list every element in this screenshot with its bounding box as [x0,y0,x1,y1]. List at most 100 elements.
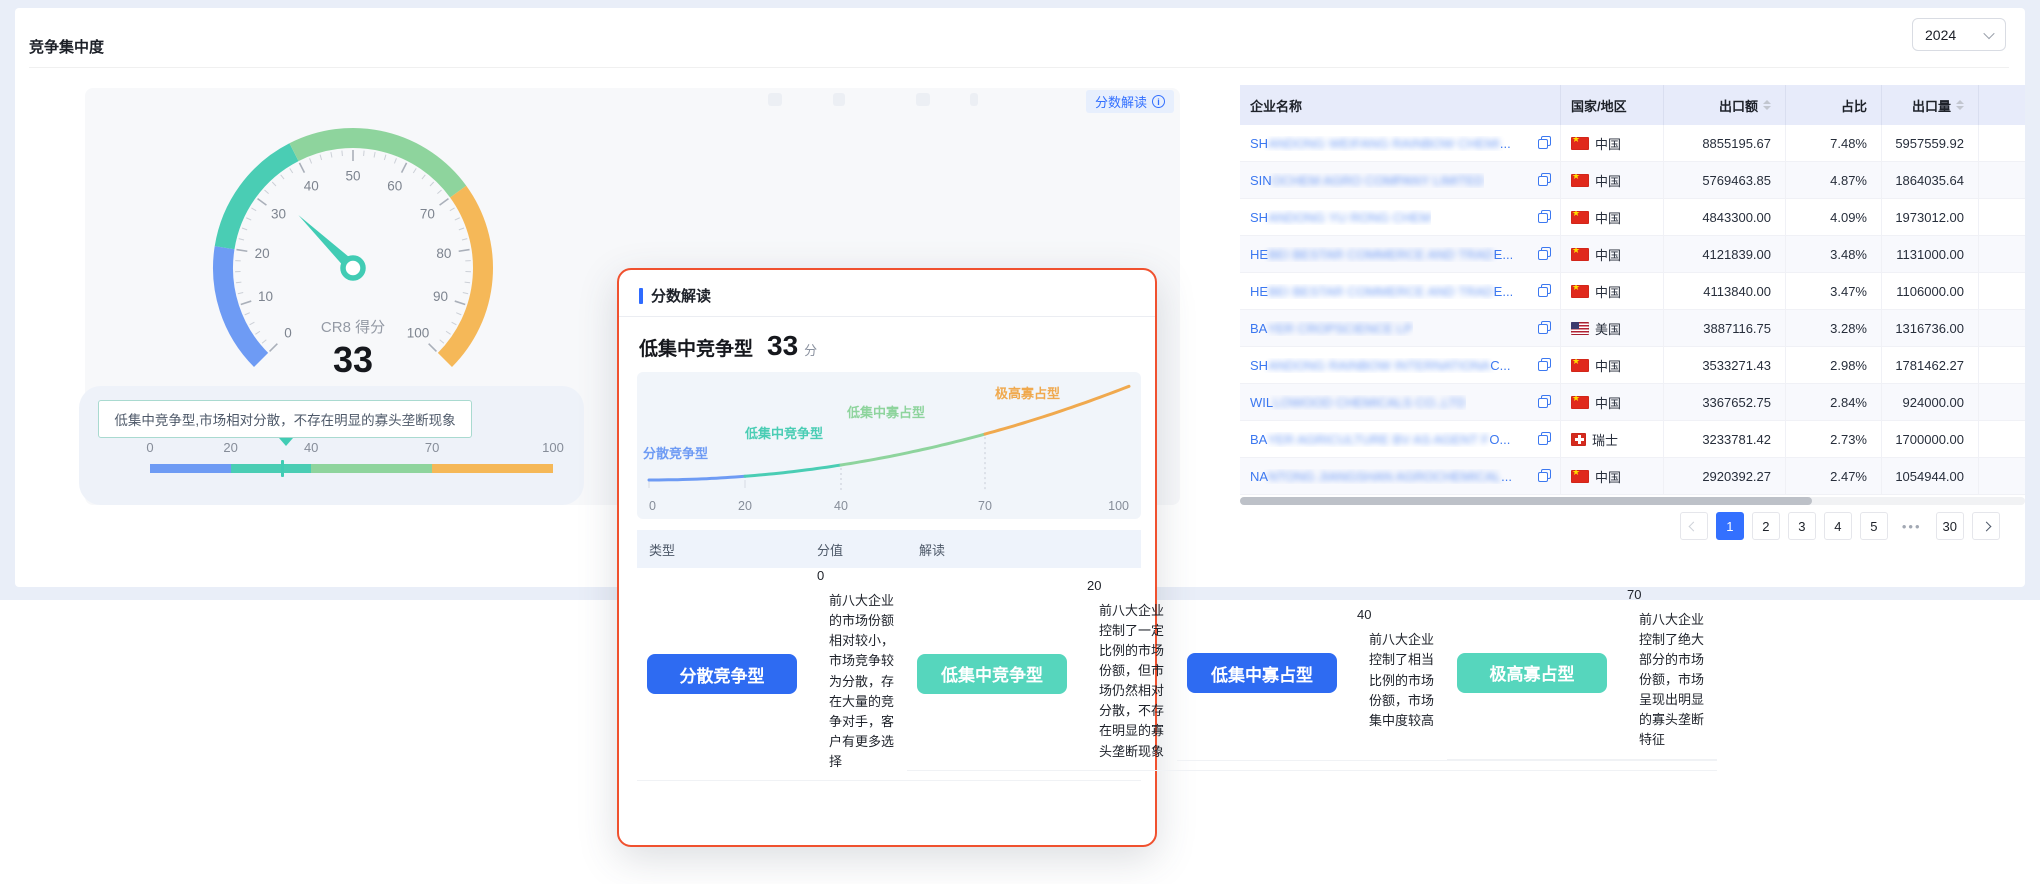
export-volume-cell: 924000.00 [1882,384,1979,420]
company-name-link[interactable]: SINOCHEM AGRO COMPANY LIMITED [1250,173,1484,188]
export-value-cell: 4121839.00 [1664,236,1786,272]
copy-icon[interactable] [1538,173,1551,186]
table-row: BAYER CROPSCIENCE LP 美国 3887116.75 3.28%… [1240,310,2025,347]
interpretation-table: 类型 分值 解读 分散竞争型 0 前八大企业的市场份额相对较小，市场竞争较为分散… [637,530,1141,781]
company-name-link[interactable]: WILLOWOOD CHEMICALS CO.,LTD [1250,395,1466,410]
company-name-link[interactable]: SHANDONG WEIFANG RAINBOW CHEMI... [1250,136,1511,151]
interpretation-curve-panel: 分散竞争型低集中竞争型低集中寡占型极高寡占型0204070100 [637,372,1141,519]
year-select[interactable]: 2024 [1912,18,2006,51]
flag-icon [1571,174,1589,187]
svg-text:70: 70 [978,499,992,513]
interpretation-row: 低集中竞争型 20 前八大企业控制了一定比例的市场份额，但市场仍然相对分散，不存… [907,578,1717,771]
blurred-name: NTONG JIANGSHAN AGROCHEMICAL [1268,469,1501,484]
info-icon: i [1152,95,1165,108]
flag-icon [1571,433,1586,446]
company-name-link[interactable]: BAYER AGRICULTURE BV AS AGENT FO... [1250,432,1510,447]
pagination-page-3[interactable]: 3 [1788,512,1816,540]
flag-icon [1571,211,1589,224]
company-name-link[interactable]: HEBEI BESTAR COMMERCE AND TRADE... [1250,247,1512,262]
company-name-link[interactable]: SHANDONG RAINBOW INTERNATIONAC... [1250,358,1511,373]
pagination-page-1[interactable]: 1 [1716,512,1744,540]
country-cell: 瑞士 [1561,421,1664,457]
copy-icon[interactable] [1538,247,1551,260]
score-interpretation-button[interactable]: 分数解读 i [1086,90,1174,113]
pagination-next[interactable] [1972,512,2000,540]
svg-text:40: 40 [304,179,319,194]
svg-text:极高寡占型: 极高寡占型 [995,386,1060,401]
country-cell: 中国 [1561,458,1664,494]
copy-icon[interactable] [1538,284,1551,297]
export-value-cell: 3533271.43 [1664,347,1786,383]
country-cell: 中国 [1561,199,1664,235]
blurred-name: YER AGRICULTURE BV AS AGENT F [1267,432,1489,447]
cr8-gauge-chart: 0102030405060708090100CR8 得分33 [113,94,573,394]
copy-icon[interactable] [1538,395,1551,408]
copy-icon[interactable] [1538,432,1551,445]
company-name-link[interactable]: NANTONG JIANGSHAN AGROCHEMICAL ... [1250,469,1512,484]
svg-text:20: 20 [738,499,752,513]
type-button[interactable]: 低集中竞争型 [917,654,1067,694]
export-value-cell: 4843300.00 [1664,199,1786,235]
export-volume-cell: 1131000.00 [1882,236,1979,272]
copy-icon[interactable] [1538,321,1551,334]
company-name-cell: BAYER CROPSCIENCE LP [1240,310,1561,346]
pagination-prev[interactable] [1680,512,1708,540]
interpretation-row: 极高寡占型 70 前八大企业控制了绝大部分的市场份额，市场呈现出明显的寡头垄断特… [1447,587,1717,760]
company-name-cell: WILLOWOOD CHEMICALS CO.,LTD [1240,384,1561,420]
share-cell: 7.48% [1786,125,1882,161]
pagination-page-2[interactable]: 2 [1752,512,1780,540]
blurred-name: BEI BESTAR COMMERCE AND TRAD [1268,284,1494,299]
scale-tick-label: 0 [146,440,153,455]
company-name-cell: NANTONG JIANGSHAN AGROCHEMICAL ... [1240,458,1561,494]
blurred-name: ANDONG WEIFANG RAINBOW CHEMI [1268,136,1500,151]
stub-cell [1979,347,2025,383]
range-value: 70 前八大企业控制了绝大部分的市场份额，市场呈现出明显的寡头垄断特征 [1615,587,1717,759]
scale-tick-label: 40 [304,440,318,455]
header-company-name[interactable]: 企业名称 [1240,85,1561,125]
copy-icon[interactable] [1538,136,1551,149]
svg-text:100: 100 [407,326,430,341]
stub-cell [1979,162,2025,198]
export-volume-cell: 5957559.92 [1882,125,1979,161]
type-button[interactable]: 分散竞争型 [647,654,797,694]
horizontal-scrollbar-thumb[interactable] [1240,497,1812,505]
flag-icon [1571,322,1589,335]
table-row: SINOCHEM AGRO COMPANY LIMITED 中国 5769463… [1240,162,2025,199]
svg-text:33: 33 [333,339,373,380]
pagination-page-4[interactable]: 4 [1824,512,1852,540]
table-row: BAYER AGRICULTURE BV AS AGENT FO... 瑞士 3… [1240,421,2025,458]
export-value-cell: 4113840.00 [1664,273,1786,309]
copy-icon[interactable] [1538,469,1551,482]
modal-header: 分数解读 [639,285,711,306]
header-country[interactable]: 国家/地区 [1561,85,1664,125]
score-scale: 0204070100 [150,440,553,480]
svg-text:CR8 得分: CR8 得分 [321,319,385,336]
interpretation-table-body: 分散竞争型 0 前八大企业的市场份额相对较小，市场竞争较为分散，存在大量的竞争对… [637,568,1141,781]
copy-icon[interactable] [1538,358,1551,371]
export-value-cell: 3887116.75 [1664,310,1786,346]
company-name-link[interactable]: SHANDONG YU RONG CHEM [1250,210,1431,225]
result-score: 33 [767,330,798,362]
sort-icon[interactable] [1763,100,1771,110]
company-name-link[interactable]: BAYER CROPSCIENCE LP [1250,321,1413,336]
stub-cell [1979,125,2025,161]
table-row: SHANDONG WEIFANG RAINBOW CHEMI... 中国 885… [1240,125,2025,162]
company-table: 企业名称国家/地区出口额占比出口量 SHANDONG WEIFANG RAINB… [1240,85,2025,495]
interpretation-curve-chart: 分散竞争型低集中竞争型低集中寡占型极高寡占型0204070100 [637,372,1141,519]
pagination-page-30[interactable]: 30 [1936,512,1964,540]
header-export-value[interactable]: 出口额 [1664,85,1786,125]
type-button[interactable]: 极高寡占型 [1457,653,1607,693]
header-share[interactable]: 占比 [1786,85,1882,125]
export-volume-cell: 1864035.64 [1882,162,1979,198]
redacted-mark [833,93,845,106]
pagination-page-5[interactable]: 5 [1860,512,1888,540]
header-export-volume[interactable]: 出口量 [1882,85,1979,125]
sort-icon[interactable] [1956,100,1964,110]
copy-icon[interactable] [1538,210,1551,223]
scale-bar [150,464,553,473]
type-button[interactable]: 低集中寡占型 [1187,653,1337,693]
chevron-down-icon [1983,27,1994,38]
svg-text:60: 60 [387,179,402,194]
company-name-link[interactable]: HEBEI BESTAR COMMERCE AND TRADE... [1250,284,1512,299]
horizontal-scrollbar-track[interactable] [1240,497,2025,505]
